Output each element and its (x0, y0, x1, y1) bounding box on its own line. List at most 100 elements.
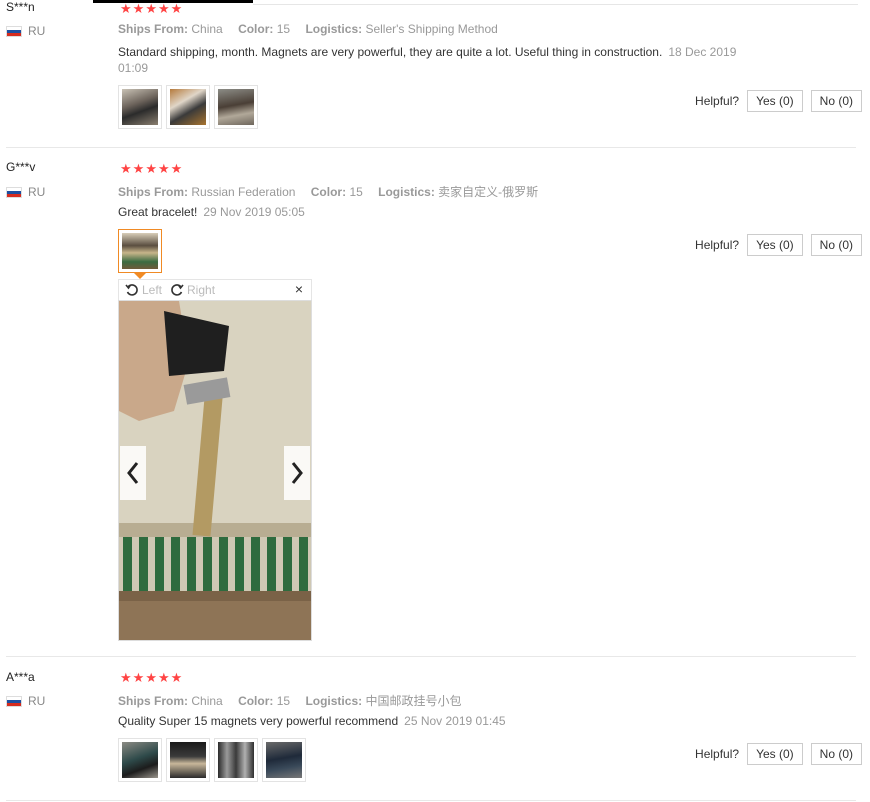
review-divider (6, 656, 856, 657)
helpful-no-button[interactable]: No (0) (810, 234, 862, 256)
ru-flag-icon (6, 186, 22, 198)
order-meta: Ships From: China Color: 15 Logistics: S… (118, 22, 510, 36)
star-icon: ★ (120, 1, 132, 16)
ships-from-label: Ships From: (118, 22, 189, 36)
star-icon: ★ (120, 670, 132, 685)
rotate-left-icon (125, 284, 138, 296)
review-photos (118, 738, 306, 782)
viewer-photo (118, 300, 312, 641)
color-value: 15 (349, 185, 363, 199)
order-meta: Ships From: China Color: 15 Logistics: 中… (118, 692, 473, 709)
review-text: Standard shipping, month. Magnets are ve… (118, 44, 758, 76)
star-icon: ★ (170, 670, 183, 685)
country-code: RU (28, 185, 46, 199)
helpful-no-button[interactable]: No (0) (810, 90, 862, 112)
review-photos (118, 229, 162, 273)
logistics-label: Logistics: (378, 185, 435, 199)
ru-flag-icon (6, 695, 22, 707)
country-code: RU (28, 694, 46, 708)
star-icon: ★ (170, 1, 183, 16)
order-meta: Ships From: Russian Federation Color: 15… (118, 183, 550, 200)
review-photo-thumb[interactable] (214, 738, 258, 782)
helpful-yes-button[interactable]: Yes (0) (747, 90, 803, 112)
review-photo-thumb[interactable] (214, 85, 258, 129)
star-icon: ★ (145, 161, 157, 176)
helpful-vote: Helpful? Yes (0) No (0) (695, 90, 862, 112)
review-divider (6, 147, 856, 148)
helpful-label: Helpful? (695, 94, 740, 108)
photo-viewer: Left Right × (118, 273, 312, 641)
logistics-value: Seller's Shipping Method (365, 22, 498, 36)
review-body: Great bracelet! (118, 205, 198, 219)
reviewer-country: RU (6, 185, 45, 199)
next-photo-button[interactable] (284, 446, 310, 500)
prev-photo-button[interactable] (120, 446, 146, 500)
review-divider (6, 800, 856, 801)
star-icon: ★ (145, 670, 157, 685)
helpful-no-button[interactable]: No (0) (810, 743, 862, 765)
star-rating: ★ ★ ★ ★ ★ (120, 2, 182, 15)
star-icon: ★ (132, 670, 145, 685)
chevron-right-icon (291, 462, 303, 484)
review-body: Standard shipping, month. Magnets are ve… (118, 45, 663, 59)
color-value: 15 (276, 22, 291, 36)
review-body: Quality Super 15 magnets very powerful r… (118, 714, 399, 728)
reviewer-country: RU (6, 24, 45, 38)
review-text: Quality Super 15 magnets very powerful r… (118, 713, 758, 729)
ships-from-value: China (191, 694, 223, 708)
star-icon: ★ (120, 161, 132, 176)
close-icon[interactable]: × (295, 281, 303, 297)
logistics-value: 卖家自定义-俄罗斯 (438, 185, 539, 199)
color-value: 15 (276, 694, 291, 708)
review-photos (118, 85, 258, 129)
helpful-yes-button[interactable]: Yes (0) (747, 743, 803, 765)
reviewer-name: A***a (6, 670, 35, 684)
star-icon: ★ (170, 161, 183, 176)
star-rating: ★ ★ ★ ★ ★ (120, 162, 182, 175)
top-divider (253, 4, 858, 5)
rotate-right-button[interactable]: Right (170, 283, 215, 297)
rotate-right-icon (171, 284, 184, 296)
reviewer-name: G***v (6, 160, 36, 174)
ships-from-label: Ships From: (118, 694, 189, 708)
logistics-value: 中国邮政挂号小包 (365, 694, 462, 708)
review-photo-thumb[interactable] (166, 738, 210, 782)
helpful-yes-button[interactable]: Yes (0) (747, 234, 803, 256)
logistics-label: Logistics: (305, 694, 363, 708)
reviewer-name: S***n (6, 0, 35, 14)
reviewer-country: RU (6, 694, 45, 708)
review-photo (119, 301, 311, 640)
helpful-vote: Helpful? Yes (0) No (0) (695, 234, 862, 256)
chevron-left-icon (127, 462, 139, 484)
star-icon: ★ (132, 1, 145, 16)
color-label: Color: (238, 694, 274, 708)
rotate-left-label: Left (142, 283, 163, 297)
country-code: RU (28, 24, 46, 38)
star-icon: ★ (145, 1, 157, 16)
color-label: Color: (238, 22, 274, 36)
helpful-label: Helpful? (695, 238, 740, 252)
star-icon: ★ (157, 670, 170, 685)
review-photo-thumb[interactable] (166, 85, 210, 129)
star-icon: ★ (157, 1, 170, 16)
review-photo-thumb-selected[interactable] (118, 229, 162, 273)
review-photo-thumb[interactable] (118, 85, 162, 129)
viewer-toolbar: Left Right × (118, 279, 312, 300)
ru-flag-icon (6, 25, 22, 37)
ships-from-value: Russian Federation (191, 185, 296, 199)
star-rating: ★ ★ ★ ★ ★ (120, 671, 182, 684)
ships-from-label: Ships From: (118, 185, 189, 199)
ships-from-value: China (191, 22, 223, 36)
star-icon: ★ (157, 161, 170, 176)
review-date: 29 Nov 2019 05:05 (203, 205, 305, 219)
review-date: 25 Nov 2019 01:45 (404, 714, 506, 728)
star-icon: ★ (132, 161, 145, 176)
review-text: Great bracelet! 29 Nov 2019 05:05 (118, 204, 758, 220)
rotate-left-button[interactable]: Left (125, 283, 162, 297)
helpful-label: Helpful? (695, 747, 740, 761)
review-photo-thumb[interactable] (262, 738, 306, 782)
color-label: Color: (310, 185, 347, 199)
review-photo-thumb[interactable] (118, 738, 162, 782)
logistics-label: Logistics: (305, 22, 363, 36)
helpful-vote: Helpful? Yes (0) No (0) (695, 743, 862, 765)
